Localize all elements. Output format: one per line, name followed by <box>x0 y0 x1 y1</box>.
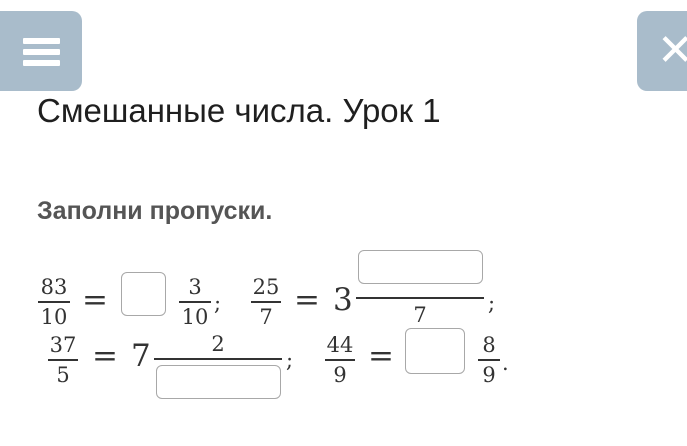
equals-sign: = <box>92 338 118 374</box>
equals-sign: = <box>294 282 320 318</box>
numerator-input-2[interactable] <box>358 250 483 284</box>
equals-sign: = <box>368 338 394 374</box>
fraction-44-9: 44 9 <box>325 333 355 387</box>
numerator: 2 <box>211 332 225 356</box>
fraction-bar <box>154 358 282 360</box>
menu-button[interactable] <box>0 11 82 91</box>
close-button[interactable]: ✕ <box>637 11 687 91</box>
page-title: Смешанные числа. Урок 1 <box>37 92 441 129</box>
fraction-25-7: 25 7 <box>251 275 281 329</box>
fraction-8-9: 8 9 <box>478 334 500 386</box>
period: . <box>502 351 509 375</box>
denominator-input-3[interactable] <box>156 365 281 399</box>
whole-part-input-4[interactable] <box>405 328 465 374</box>
whole-number: 3 <box>333 282 353 318</box>
fraction-37-5: 37 5 <box>48 333 78 387</box>
equals-sign: = <box>82 282 108 318</box>
fraction-bar <box>356 297 484 299</box>
instruction-text: Заполни пропуски. <box>37 197 273 225</box>
whole-part-input-1[interactable] <box>121 272 166 316</box>
denominator: 7 <box>413 303 427 327</box>
close-icon: ✕ <box>657 25 687 76</box>
separator: ; <box>214 291 222 315</box>
fraction-83-10: 83 10 <box>38 276 70 328</box>
whole-number: 7 <box>131 338 151 374</box>
separator: ; <box>286 348 294 372</box>
fraction-3-10: 3 10 <box>179 276 211 328</box>
separator: ; <box>488 291 496 315</box>
